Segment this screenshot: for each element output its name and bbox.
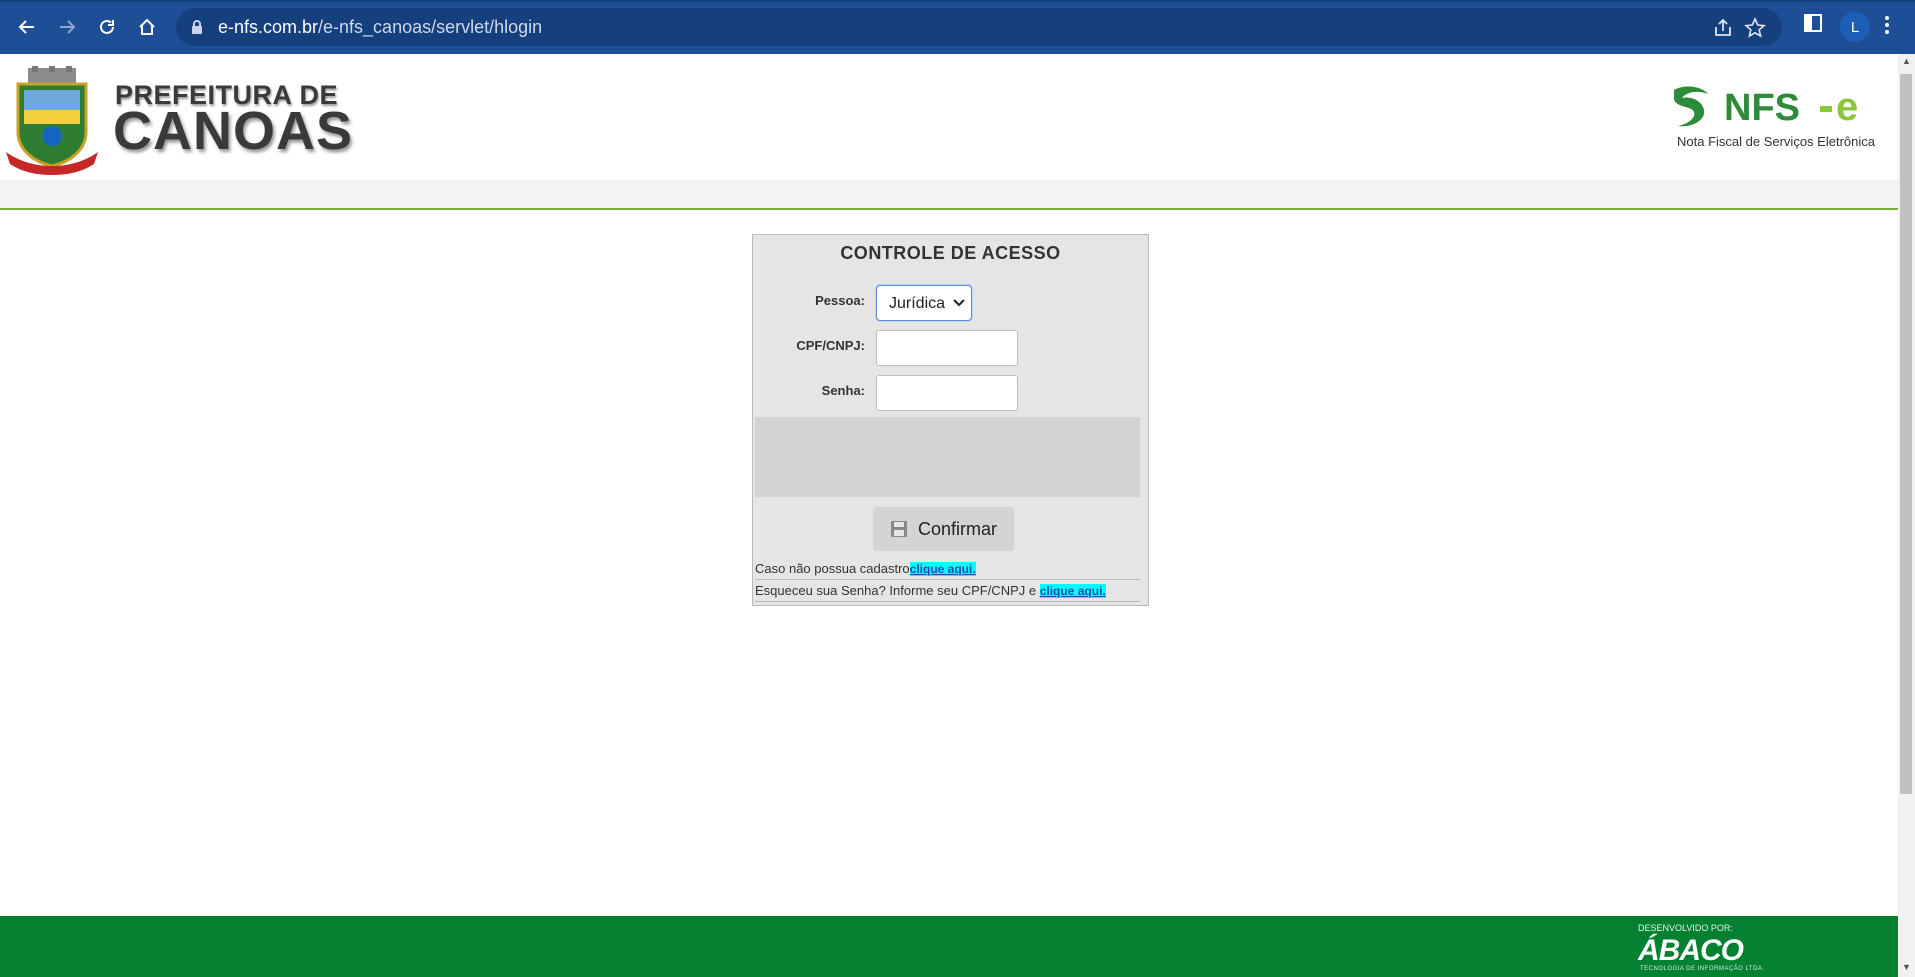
cpf-cnpj-input[interactable]	[876, 330, 1018, 366]
login-panel: CONTROLE DE ACESSO Pessoa: Jurídica CPF/…	[752, 234, 1149, 606]
site-header: PREFEITURA DE CANOAS NFS e Nota Fiscal d…	[0, 54, 1898, 178]
abaco-tagline: TECNOLOGIA DE INFORMAÇÃO LTDA.	[1640, 966, 1765, 972]
home-button[interactable]	[132, 12, 162, 42]
svg-text:NFS: NFS	[1724, 87, 1800, 129]
cpf-cnpj-label: CPF/CNPJ:	[796, 338, 865, 353]
city-name: CANOAS	[113, 101, 354, 161]
coat-of-arms-logo	[6, 66, 98, 175]
reload-icon	[100, 19, 114, 34]
lock-icon	[192, 20, 202, 34]
register-text: Caso não possua cadastro	[755, 561, 910, 576]
header-divider-bar	[0, 180, 1898, 210]
confirmar-label: Confirmar	[917, 518, 997, 539]
chevron-down-icon	[953, 299, 965, 307]
scroll-down-icon[interactable]: ▼	[1902, 962, 1911, 972]
confirmar-button[interactable]: Confirmar	[873, 507, 1014, 551]
address-bar[interactable]: e-nfs.com.br/e-nfs_canoas/servlet/hlogin	[176, 8, 1782, 46]
svg-text:e: e	[1836, 85, 1858, 129]
browser-toolbar: e-nfs.com.br/e-nfs_canoas/servlet/hlogin…	[0, 0, 1915, 54]
nfse-logo: NFS e	[1674, 85, 1858, 129]
pessoa-select-value: Jurídica	[889, 295, 946, 312]
home-icon	[139, 18, 155, 35]
pessoa-label: Pessoa:	[815, 293, 865, 308]
vertical-scrollbar[interactable]: ▲ ▼	[1898, 54, 1915, 977]
side-panel-icon[interactable]	[1804, 14, 1822, 32]
login-title: CONTROLE DE ACESSO	[840, 243, 1061, 263]
forgot-text: Esqueceu sua Senha? Informe seu CPF/CNPJ…	[755, 583, 1040, 598]
captcha-area	[755, 417, 1140, 497]
pessoa-select[interactable]: Jurídica	[876, 285, 972, 321]
star-icon[interactable]	[1744, 17, 1766, 39]
forward-button[interactable]	[52, 12, 82, 42]
arrow-right-icon	[60, 20, 76, 34]
tab-strip-edge	[0, 0, 1915, 2]
arrow-left-icon	[18, 20, 34, 34]
register-line: Caso não possua cadastroclique aqui.	[755, 561, 1140, 580]
forgot-password-link[interactable]: clique aqui.	[1039, 584, 1106, 598]
back-button[interactable]	[12, 12, 42, 42]
developed-by-label: DESENVOLVIDO POR:	[1638, 923, 1733, 933]
scrollbar-thumb[interactable]	[1900, 74, 1912, 794]
abaco-logo: ÁBACO	[1638, 934, 1744, 967]
site-footer: DESENVOLVIDO POR: ÁBACO TECNOLOGIA DE IN…	[0, 916, 1898, 977]
floppy-disk-icon	[890, 521, 907, 537]
share-icon[interactable]	[1712, 17, 1734, 39]
url-text: e-nfs.com.br/e-nfs_canoas/servlet/hlogin	[218, 17, 543, 37]
page-content: PREFEITURA DE CANOAS NFS e Nota Fiscal d…	[0, 54, 1898, 977]
scroll-up-icon[interactable]: ▲	[1902, 56, 1911, 66]
forgot-password-line: Esqueceu sua Senha? Informe seu CPF/CNPJ…	[755, 583, 1140, 602]
profile-avatar[interactable]: L	[1840, 12, 1870, 42]
senha-input[interactable]	[876, 375, 1018, 411]
nfse-subtitle: Nota Fiscal de Serviços Eletrônica	[1677, 134, 1875, 149]
reload-button[interactable]	[92, 12, 122, 42]
register-link[interactable]: clique aqui.	[909, 562, 976, 576]
kebab-menu-icon[interactable]	[1884, 14, 1890, 36]
senha-label: Senha:	[821, 383, 865, 398]
